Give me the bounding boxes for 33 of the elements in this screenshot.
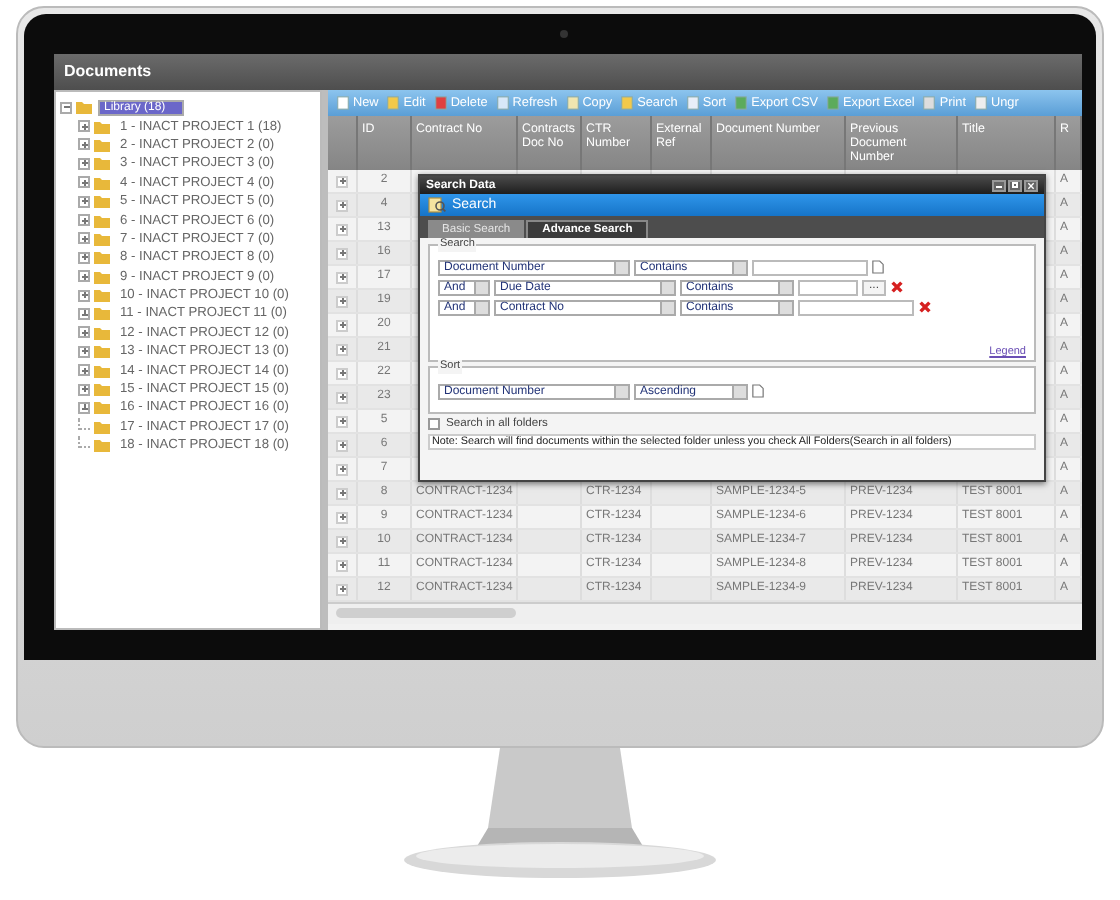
expand-icon[interactable] — [78, 157, 90, 170]
value-input[interactable] — [798, 279, 858, 295]
expand-icon[interactable] — [78, 120, 90, 133]
expand-icon[interactable] — [78, 289, 90, 302]
remove-icon[interactable] — [890, 280, 904, 294]
page-icon[interactable] — [752, 384, 764, 398]
expand-icon[interactable] — [78, 195, 90, 208]
page-icon — [336, 96, 350, 110]
window-title: Documents — [54, 54, 1082, 90]
expand-icon[interactable] — [78, 345, 90, 358]
camera-dot — [560, 30, 568, 38]
collapse-icon[interactable] — [60, 101, 72, 114]
expand-icon[interactable] — [78, 401, 90, 414]
minimize-button[interactable] — [992, 179, 1006, 191]
remove-icon[interactable] — [918, 300, 932, 314]
value-input[interactable] — [752, 259, 868, 275]
horizontal-scrollbar[interactable] — [328, 602, 1082, 624]
value-input[interactable] — [798, 299, 914, 315]
expand-icon[interactable] — [78, 138, 90, 151]
expand-icon[interactable] — [78, 364, 90, 377]
expand-icon[interactable] — [78, 326, 90, 339]
close-button[interactable] — [1024, 179, 1038, 191]
expand-icon[interactable] — [78, 307, 90, 320]
expand-icon[interactable] — [78, 214, 90, 227]
checkbox[interactable] — [428, 418, 440, 430]
page-icon[interactable] — [872, 260, 884, 274]
expand-icon[interactable] — [78, 232, 90, 245]
expand-icon[interactable] — [78, 383, 90, 396]
splitter-handle[interactable] — [322, 90, 328, 630]
expand-icon[interactable] — [78, 176, 90, 189]
expand-icon[interactable] — [78, 270, 90, 283]
maximize-button[interactable] — [1008, 179, 1022, 191]
expand-icon[interactable] — [78, 251, 90, 264]
